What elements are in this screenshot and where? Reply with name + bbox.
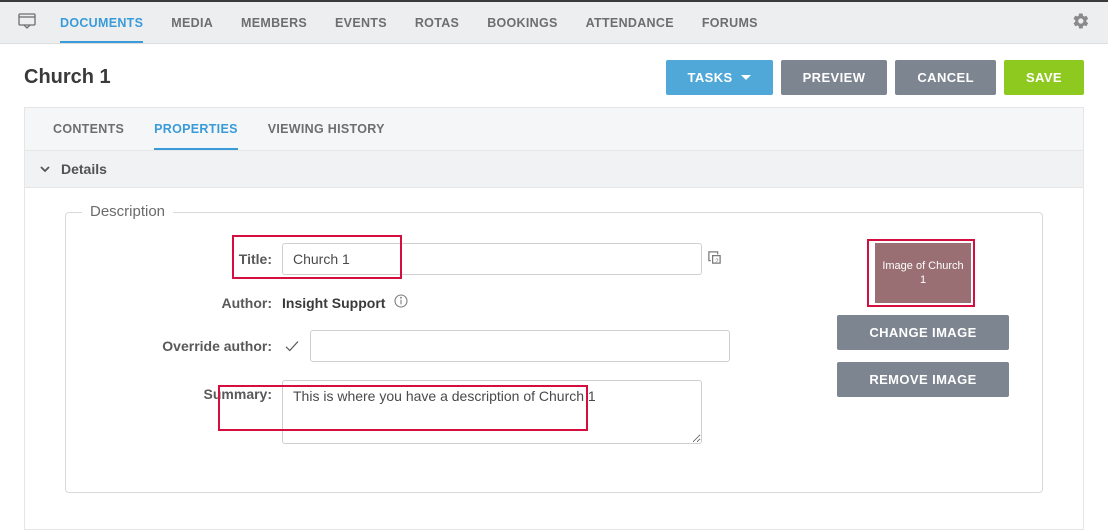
label-author: Author: (92, 295, 282, 311)
cancel-button[interactable]: CANCEL (895, 60, 996, 95)
panel-header[interactable]: Details (25, 151, 1083, 188)
change-image-button[interactable]: CHANGE IMAGE (837, 315, 1009, 350)
topnav-rotas[interactable]: ROTAS (415, 3, 459, 43)
tasks-button-label: TASKS (688, 70, 733, 85)
topnav-bookings[interactable]: BOOKINGS (487, 3, 557, 43)
topnav-documents[interactable]: DOCUMENTS (60, 3, 143, 43)
subtab-contents[interactable]: CONTENTS (53, 108, 124, 150)
save-button[interactable]: SAVE (1004, 60, 1084, 95)
tasks-button[interactable]: TASKS (666, 60, 773, 95)
preview-button[interactable]: PREVIEW (781, 60, 888, 95)
topnav-members[interactable]: MEMBERS (241, 3, 307, 43)
remove-image-button[interactable]: REMOVE IMAGE (837, 362, 1009, 397)
duplicate-icon[interactable]: 2 (707, 250, 722, 268)
page-title: Church 1 (24, 66, 666, 89)
override-author-input[interactable] (310, 330, 730, 362)
chevron-down-icon (39, 163, 51, 175)
chevron-down-icon (741, 75, 751, 80)
gear-icon[interactable] (1072, 12, 1090, 33)
title-input[interactable] (282, 243, 702, 275)
topnav-forums[interactable]: FORUMS (702, 3, 758, 43)
info-icon[interactable] (393, 293, 409, 312)
svg-text:2: 2 (715, 258, 719, 265)
label-summary: Summary: (92, 380, 282, 402)
topnav-attendance[interactable]: ATTENDANCE (586, 3, 674, 43)
check-icon[interactable] (282, 337, 302, 355)
fieldset-legend: Description (82, 203, 173, 220)
author-value: Insight Support (282, 295, 385, 311)
topnav-events[interactable]: EVENTS (335, 3, 387, 43)
app-icon[interactable] (18, 13, 36, 32)
subtab-properties[interactable]: PROPERTIES (154, 108, 238, 150)
image-thumbnail[interactable]: Image of Church 1 (875, 243, 971, 303)
subtab-viewing-history[interactable]: VIEWING HISTORY (268, 108, 385, 150)
panel-title: Details (61, 161, 107, 177)
topnav-media[interactable]: MEDIA (171, 3, 213, 43)
subtabs: CONTENTS PROPERTIES VIEWING HISTORY (24, 107, 1084, 151)
label-title: Title: (92, 251, 282, 267)
summary-textarea[interactable] (282, 380, 702, 444)
label-override-author: Override author: (92, 338, 282, 354)
top-nav: DOCUMENTS MEDIA MEMBERS EVENTS ROTAS BOO… (60, 3, 1072, 43)
